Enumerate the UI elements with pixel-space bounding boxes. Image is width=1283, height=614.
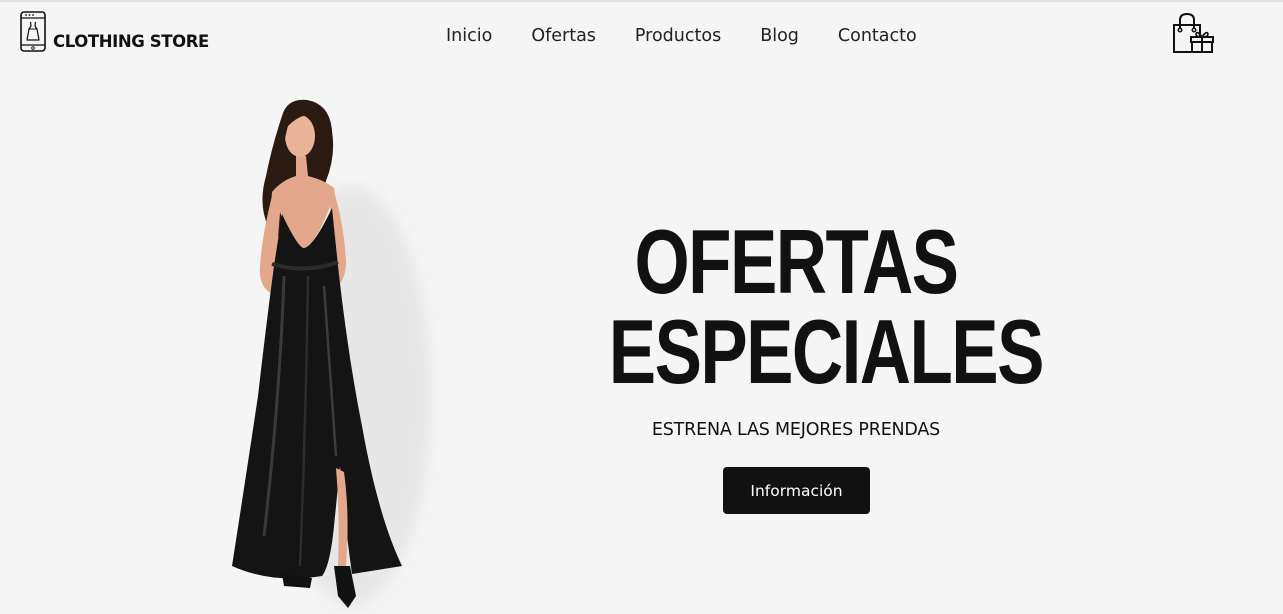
- brand-logo-link[interactable]: CLOTHING STORE: [20, 11, 209, 52]
- nav-item-blog[interactable]: Blog: [760, 24, 799, 48]
- site-header: CLOTHING STORE Inicio Ofertas Productos …: [0, 2, 1283, 72]
- hero-title-line-1: OFERTAS: [634, 212, 960, 313]
- nav-item-inicio[interactable]: Inicio: [446, 24, 492, 48]
- brand-name: CLOTHING STORE: [53, 32, 209, 51]
- shopping-bag-gift-icon[interactable]: [1170, 11, 1214, 55]
- dress-phone-icon: [20, 11, 46, 52]
- hero-subtitle: ESTRENA LAS MEJORES PRENDAS: [651, 420, 941, 440]
- model-dress-image: [232, 99, 432, 608]
- nav-item-ofertas[interactable]: Ofertas: [531, 24, 596, 48]
- info-button[interactable]: Información: [723, 467, 870, 514]
- hero-title-line-2: ESPECIALES: [608, 302, 1045, 403]
- hero-title: OFERTAS ESPECIALES: [556, 212, 1045, 403]
- main-nav: Inicio Ofertas Productos Blog Contacto: [446, 24, 917, 48]
- nav-item-productos[interactable]: Productos: [635, 24, 721, 48]
- nav-item-contacto[interactable]: Contacto: [838, 24, 917, 48]
